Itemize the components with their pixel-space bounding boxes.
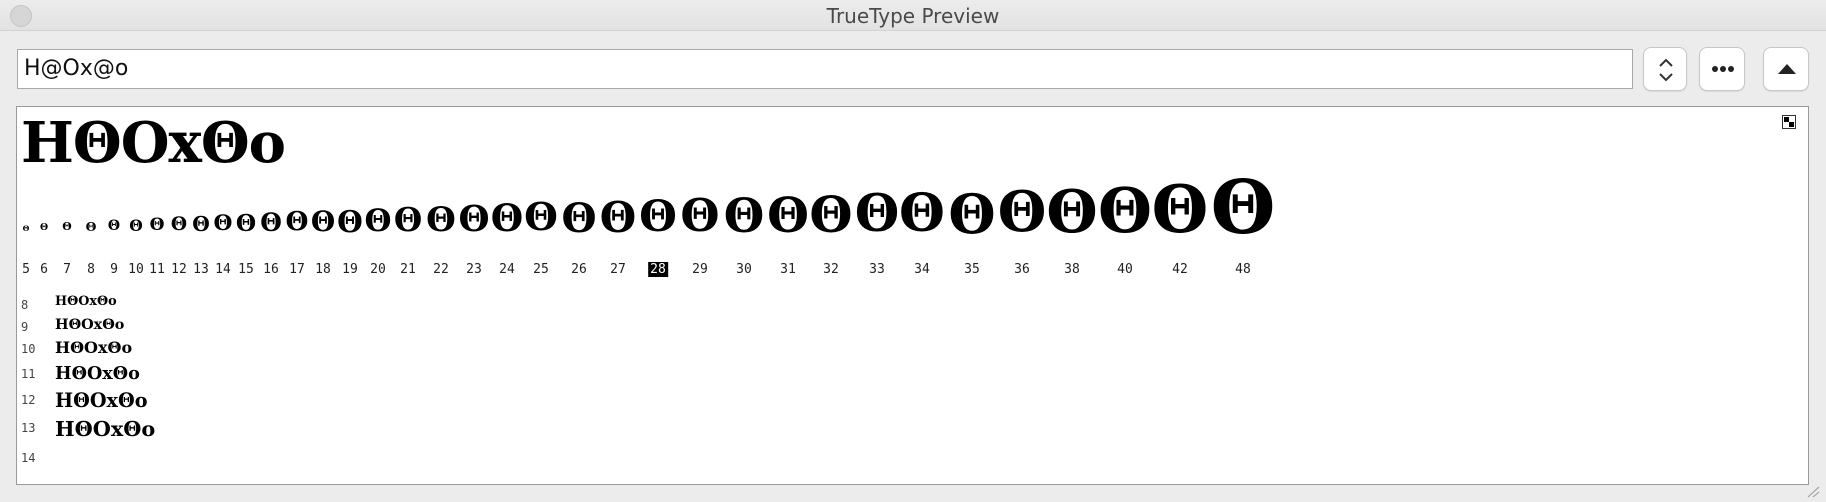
glyph-sample-23: Θ: [458, 198, 490, 240]
glyph-sample-8: Θ: [85, 218, 97, 234]
size-label-17[interactable]: 17: [289, 262, 305, 277]
title-bar[interactable]: TrueType Preview: [0, 0, 1826, 31]
size-label-7[interactable]: 7: [63, 262, 71, 277]
size-label-33[interactable]: 33: [869, 262, 885, 277]
size-label-26[interactable]: 26: [571, 262, 587, 277]
glyph-sample-12: Θ: [170, 213, 188, 235]
size-label-36[interactable]: 36: [1014, 262, 1030, 277]
glyph-sample-26: Θ: [561, 193, 597, 242]
size-label-24[interactable]: 24: [499, 262, 515, 277]
glyph-sample-34: Θ: [899, 182, 945, 244]
glyph-sample-32: Θ: [809, 185, 853, 245]
glyph-sample-35: Θ: [948, 181, 996, 246]
size-label-11[interactable]: 11: [149, 262, 165, 277]
size-label-18[interactable]: 18: [315, 262, 331, 277]
glyph-sample-48: Θ: [1210, 162, 1276, 251]
window-title: TrueType Preview: [826, 4, 1000, 28]
glyph-sample-28: Θ: [639, 191, 677, 243]
size-label-31[interactable]: 31: [780, 262, 796, 277]
size-label-12[interactable]: 12: [171, 262, 187, 277]
glyph-sample-33: Θ: [854, 184, 900, 245]
ellipsis-icon: [1712, 66, 1734, 72]
size-label-23[interactable]: 23: [466, 262, 482, 277]
size-label-34[interactable]: 34: [914, 262, 930, 277]
glyph-sample-22: Θ: [426, 200, 456, 241]
more-options-button[interactable]: [1699, 47, 1745, 91]
glyph-sample-15: Θ: [235, 209, 257, 237]
glyph-sample-20: Θ: [364, 202, 392, 239]
waterfall-size-label: 9: [21, 320, 29, 334]
size-label-42[interactable]: 42: [1172, 262, 1188, 277]
size-label-32[interactable]: 32: [823, 262, 839, 277]
collapse-button[interactable]: [1763, 47, 1809, 91]
glyph-sample-21: Θ: [393, 200, 423, 240]
size-label-25[interactable]: 25: [533, 262, 549, 277]
stepper-button[interactable]: [1643, 47, 1687, 91]
up-down-chevron-icon: [1659, 58, 1673, 82]
waterfall-sample-text: HΘOxΘo: [55, 389, 148, 412]
size-label-28[interactable]: 28: [648, 262, 668, 277]
glyph-sample-11: Θ: [149, 215, 165, 236]
size-label-13[interactable]: 13: [193, 262, 209, 277]
size-label-21[interactable]: 21: [400, 262, 416, 277]
size-label-14[interactable]: 14: [215, 262, 231, 277]
size-label-35[interactable]: 35: [964, 262, 980, 277]
glyph-sample-18: Θ: [310, 205, 336, 239]
waterfall-sample-text: HΘOxΘo: [55, 294, 117, 309]
triangle-up-icon: [1778, 64, 1796, 74]
sample-text-input[interactable]: H@Ox@o: [17, 49, 1633, 89]
size-label-16[interactable]: 16: [263, 262, 279, 277]
glyph-sample-36: Θ: [997, 180, 1047, 246]
size-label-38[interactable]: 38: [1064, 262, 1080, 277]
glyph-sample-9: Θ: [107, 217, 121, 234]
size-label-22[interactable]: 22: [433, 262, 449, 277]
waterfall-size-label: 12: [21, 393, 36, 407]
glyph-sample-25: Θ: [524, 195, 558, 241]
size-label-30[interactable]: 30: [736, 262, 752, 277]
size-label-10[interactable]: 10: [128, 262, 144, 277]
glyph-preview-pane: HΘOxΘo Θ 5 Θ 6 Θ 7 Θ 8 Θ 9 Θ 10 Θ 11 Θ 12 Θ 13 Θ 14 Θ 15 Θ 16 Θ 1…: [16, 106, 1809, 485]
size-label-40[interactable]: 40: [1117, 262, 1133, 277]
glyph-size-strip: Θ 5 Θ 6 Θ 7 Θ 8 Θ 9 Θ 10 Θ 11 Θ 12 Θ 13 Θ 14 Θ 15 Θ 16 Θ 17 Θ 18 Θ 19…: [17, 107, 1808, 484]
size-label-20[interactable]: 20: [370, 262, 386, 277]
waterfall-sample-text: HΘOxΘo: [55, 416, 156, 441]
size-label-6[interactable]: 6: [40, 262, 48, 277]
glyph-sample-30: Θ: [723, 187, 765, 243]
glyph-sample-5: Θ: [22, 223, 30, 233]
size-label-15[interactable]: 15: [238, 262, 254, 277]
glyph-sample-24: Θ: [490, 196, 524, 241]
glyph-sample-14: Θ: [213, 211, 233, 237]
glyph-sample-38: Θ: [1046, 176, 1098, 246]
glyph-sample-19: Θ: [337, 203, 363, 239]
waterfall-sample-text: HΘOxΘo: [55, 316, 125, 333]
glyph-sample-40: Θ: [1097, 174, 1153, 248]
glyph-sample-13: Θ: [192, 212, 210, 237]
glyph-sample-42: Θ: [1151, 171, 1209, 248]
waterfall-size-label: 8: [21, 298, 29, 312]
waterfall-sample-text: HΘOxΘo: [55, 338, 133, 357]
waterfall-size-label: 11: [21, 367, 36, 381]
glyph-sample-29: Θ: [680, 189, 720, 243]
resize-grip-icon[interactable]: [1804, 486, 1820, 498]
glyph-sample-17: Θ: [285, 206, 309, 238]
size-label-8[interactable]: 8: [87, 262, 95, 277]
waterfall-size-label: 14: [21, 451, 36, 465]
glyph-sample-16: Θ: [260, 207, 282, 237]
waterfall-size-label: 10: [21, 342, 36, 356]
glyph-sample-6: Θ: [39, 222, 49, 234]
size-label-48[interactable]: 48: [1235, 262, 1251, 277]
glyph-sample-31: Θ: [767, 187, 809, 244]
waterfall-sample-text: HΘOxΘo: [55, 363, 140, 384]
size-label-19[interactable]: 19: [342, 262, 358, 277]
size-label-9[interactable]: 9: [110, 262, 118, 277]
size-label-29[interactable]: 29: [692, 262, 708, 277]
preview-toggle-icon[interactable]: [1782, 115, 1796, 129]
glyph-sample-10: Θ: [129, 216, 143, 236]
truetype-preview-window: TrueType Preview H@Ox@o HΘOxΘo Θ5Θ6Θ7Θ8Θ…: [0, 0, 1826, 502]
waterfall-size-label: 13: [21, 421, 36, 435]
glyph-sample-7: Θ: [62, 220, 72, 234]
glyph-sample-27: Θ: [599, 192, 637, 242]
size-label-27[interactable]: 27: [610, 262, 626, 277]
size-label-5[interactable]: 5: [22, 262, 30, 277]
